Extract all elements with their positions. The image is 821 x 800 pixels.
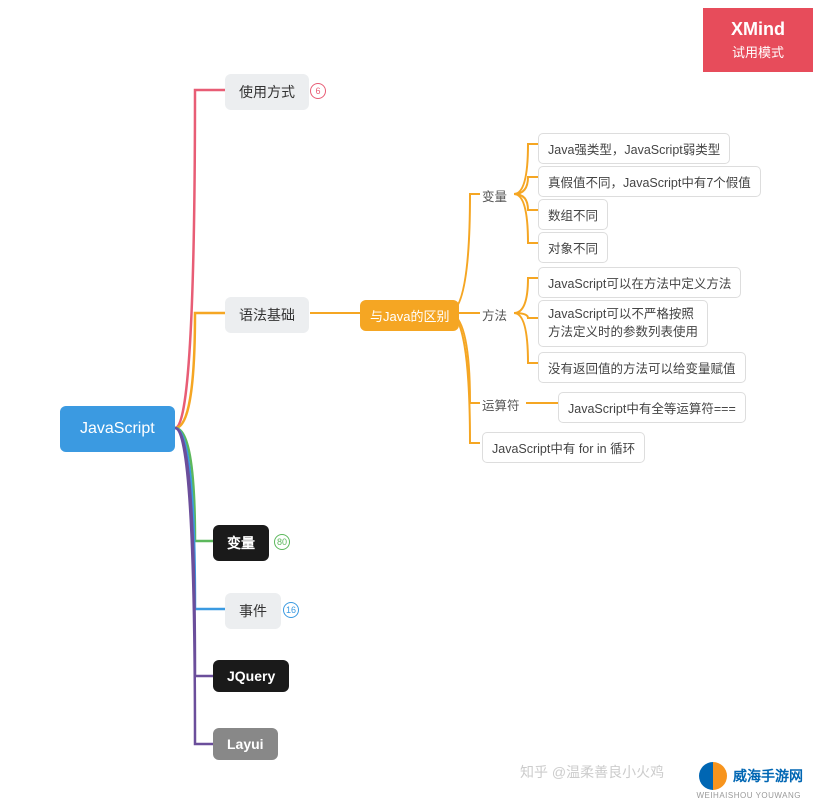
node-usage[interactable]: 使用方式	[225, 74, 309, 110]
root-node[interactable]: JavaScript	[60, 406, 175, 452]
leaf-var-3[interactable]: 对象不同	[538, 232, 608, 263]
leaf-method-0[interactable]: JavaScript可以在方法中定义方法	[538, 267, 741, 298]
footer-logo-icon	[699, 762, 727, 790]
mindmap-canvas: JavaScript 使用方式 6 语法基础 变量 80 事件 16 JQuer…	[0, 0, 821, 800]
watermark-sub: 试用模式	[732, 42, 784, 61]
group-variable: 变量	[482, 186, 507, 205]
node-layui[interactable]: Layui	[213, 728, 278, 760]
group-operator: 运算符	[482, 395, 520, 414]
watermark-title: XMind	[731, 19, 785, 40]
badge-variable: 80	[274, 534, 290, 550]
leaf-var-0[interactable]: Java强类型，JavaScript弱类型	[538, 133, 730, 164]
zhihu-watermark: 知乎 @温柔善良小火鸡	[520, 762, 664, 782]
node-syntax[interactable]: 语法基础	[225, 297, 309, 333]
badge-event: 16	[283, 602, 299, 618]
badge-usage: 6	[310, 83, 326, 99]
leaf-var-1[interactable]: 真假值不同，JavaScript中有7个假值	[538, 166, 761, 197]
xmind-watermark: XMind 试用模式	[703, 8, 813, 72]
leaf-var-2[interactable]: 数组不同	[538, 199, 608, 230]
group-method: 方法	[482, 305, 507, 324]
leaf-operator-0[interactable]: JavaScript中有全等运算符===	[558, 392, 746, 423]
node-event[interactable]: 事件	[225, 593, 281, 629]
footer-text: 威海手游网	[733, 766, 803, 786]
leaf-method-2[interactable]: 没有返回值的方法可以给变量赋值	[538, 352, 746, 383]
leaf-method-1[interactable]: JavaScript可以不严格按照方法定义时的参数列表使用	[538, 300, 708, 347]
node-java-diff[interactable]: 与Java的区别	[360, 300, 459, 331]
node-jquery[interactable]: JQuery	[213, 660, 289, 692]
node-variable[interactable]: 变量	[213, 525, 269, 561]
leaf-forin[interactable]: JavaScript中有 for in 循环	[482, 432, 645, 463]
root-label: JavaScript	[80, 420, 155, 437]
footer-brand: 威海手游网	[699, 762, 803, 790]
footer-subtext: WEIHAISHOU YOUWANG	[696, 791, 801, 800]
